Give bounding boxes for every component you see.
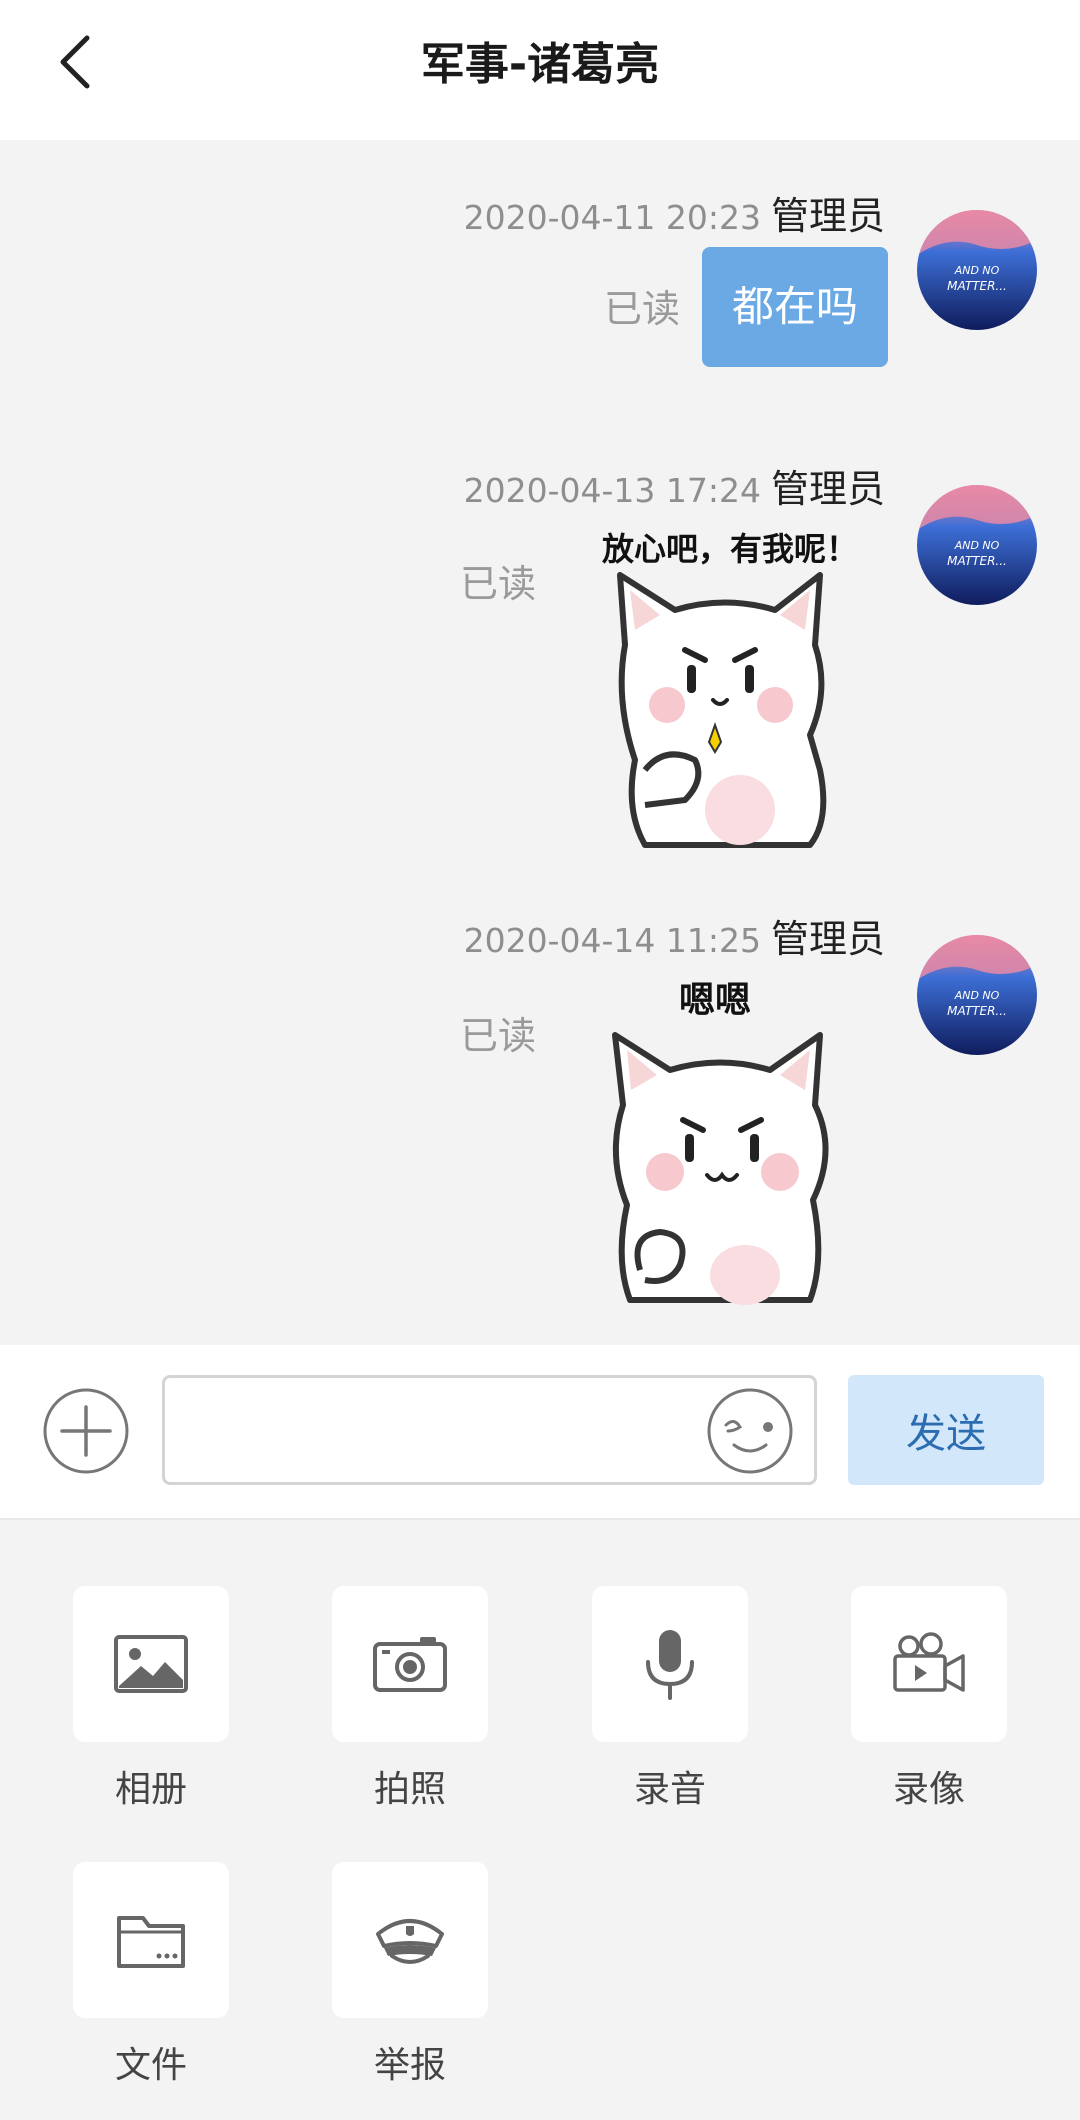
read-status: 已读 <box>460 1014 537 1058</box>
cat-sticker-icon: 嗯嗯 <box>612 980 829 1305</box>
plus-circle-icon <box>43 1388 129 1474</box>
tool-album[interactable]: 相册 <box>73 1586 229 1812</box>
chat-area[interactable]: 2020-04-11 20:23 管理员 AND NO MATTER... 已读 … <box>0 140 1080 1345</box>
message-sender: 管理员 <box>770 917 885 961</box>
avatar-text: AND NO <box>954 539 1000 552</box>
sticker-message[interactable]: 放心吧，有我呢！ <box>575 520 885 850</box>
sticker-caption: 嗯嗯 <box>679 980 751 1021</box>
message-time: 2020-04-13 17:24 <box>463 471 761 510</box>
microphone-icon <box>646 1630 694 1700</box>
emoji-button[interactable] <box>706 1387 794 1475</box>
camera-icon <box>373 1637 447 1692</box>
message-bubble[interactable]: 都在吗 <box>702 247 888 367</box>
avatar-image: AND NO MATTER... <box>917 485 1037 605</box>
tool-record-video[interactable]: 录像 <box>851 1586 1007 1812</box>
message-meta: 2020-04-14 11:25 管理员 <box>464 908 885 963</box>
tool-photo[interactable]: 拍照 <box>332 1586 488 1812</box>
read-status: 已读 <box>460 562 537 606</box>
avatar[interactable]: AND NO MATTER... <box>917 485 1037 605</box>
tool-label: 文件 <box>114 2045 187 2086</box>
avatar-text: MATTER... <box>947 279 1007 293</box>
cat-sticker-icon: 放心吧，有我呢！ <box>602 530 858 848</box>
sticker-message[interactable]: 嗯嗯 <box>575 970 885 1305</box>
page-title: 军事-诸葛亮 <box>420 39 660 90</box>
tool-record-audio[interactable]: 录音 <box>592 1586 748 1812</box>
tool-record-video-button[interactable] <box>851 1586 1007 1742</box>
top-bar: 军事-诸葛亮 <box>0 0 1080 140</box>
tool-file-button[interactable] <box>73 1862 229 2018</box>
tools-panel: 相册 拍照 录音 录像 文件 举报 <box>0 1522 1080 2120</box>
send-button[interactable]: 发送 <box>848 1375 1044 1485</box>
tool-record-audio-button[interactable] <box>592 1586 748 1742</box>
message-meta: 2020-04-11 20:23 管理员 <box>464 185 885 240</box>
tool-photo-button[interactable] <box>332 1586 488 1742</box>
message-sender: 管理员 <box>770 194 885 238</box>
input-bar: 发送 <box>0 1345 1080 1520</box>
folder-icon <box>117 1916 185 1968</box>
message-meta: 2020-04-13 17:24 管理员 <box>464 458 885 513</box>
read-status: 已读 <box>604 287 681 331</box>
avatar-text: AND NO <box>954 264 1000 277</box>
tool-report-button[interactable] <box>332 1862 488 2018</box>
tool-label: 录音 <box>633 1769 706 1810</box>
avatar-text: AND NO <box>954 989 1000 1002</box>
tool-label: 拍照 <box>373 1769 446 1810</box>
tool-label: 录像 <box>892 1769 965 1810</box>
back-button[interactable] <box>40 22 110 102</box>
message-time: 2020-04-14 11:25 <box>463 921 761 960</box>
chevron-left-icon <box>60 35 90 89</box>
sticker-caption: 放心吧，有我呢！ <box>602 530 858 568</box>
message-sender: 管理员 <box>770 467 885 511</box>
tool-label: 举报 <box>373 2045 446 2086</box>
tool-label: 相册 <box>114 1769 187 1810</box>
tool-report[interactable]: 举报 <box>332 1862 488 2088</box>
avatar-image: AND NO MATTER... <box>917 210 1037 330</box>
emoji-icon <box>707 1388 793 1474</box>
tool-file[interactable]: 文件 <box>73 1862 229 2088</box>
avatar-text: MATTER... <box>947 554 1007 568</box>
message-time: 2020-04-11 20:23 <box>463 198 761 237</box>
avatar[interactable]: AND NO MATTER... <box>917 210 1037 330</box>
image-icon <box>114 1635 188 1693</box>
avatar[interactable]: AND NO MATTER... <box>917 935 1037 1055</box>
avatar-text: MATTER... <box>947 1004 1007 1018</box>
more-button[interactable] <box>42 1387 130 1475</box>
police-cap-icon <box>376 1919 444 1964</box>
avatar-image: AND NO MATTER... <box>917 935 1037 1055</box>
tool-album-button[interactable] <box>73 1586 229 1742</box>
video-camera-icon <box>893 1632 965 1692</box>
